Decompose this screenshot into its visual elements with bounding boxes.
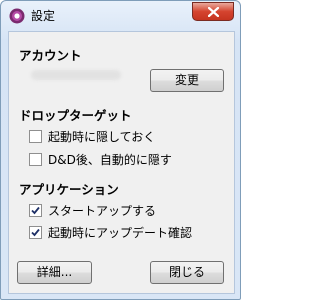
change-account-button[interactable]: 変更 <box>150 69 224 92</box>
close-window-button[interactable] <box>192 2 234 21</box>
app-logo-icon[interactable] <box>9 8 25 24</box>
account-heading: アカウント <box>19 48 82 63</box>
auto-hide-after-dnd-label[interactable]: D&D後、自動的に隠す <box>48 151 172 168</box>
hide-on-startup-label[interactable]: 起動時に隠しておく <box>48 128 155 145</box>
account-name-redacted <box>31 70 121 80</box>
details-button[interactable]: 詳細... <box>17 261 92 284</box>
hide-on-startup-option[interactable]: 起動時に隠しておく <box>29 128 155 144</box>
startup-checkbox[interactable] <box>29 203 42 217</box>
application-heading: アプリケーション <box>19 182 119 197</box>
window-title: 設定 <box>31 9 56 23</box>
check-icon <box>31 228 40 236</box>
title-bar[interactable]: 設定 <box>1 1 240 31</box>
check-update-option[interactable]: 起動時にアップデート確認 <box>29 224 192 240</box>
check-update-label[interactable]: 起動時にアップデート確認 <box>48 224 192 241</box>
close-icon <box>208 7 219 17</box>
startup-option[interactable]: スタートアップする <box>29 202 156 218</box>
drop-target-heading: ドロップターゲット <box>19 108 132 123</box>
auto-hide-after-dnd-checkbox[interactable] <box>29 152 42 166</box>
startup-label[interactable]: スタートアップする <box>48 202 156 219</box>
close-button[interactable]: 閉じる <box>150 261 224 284</box>
auto-hide-after-dnd-option[interactable]: D&D後、自動的に隠す <box>29 151 172 167</box>
check-icon <box>31 206 40 214</box>
hide-on-startup-checkbox[interactable] <box>29 129 42 143</box>
check-update-checkbox[interactable] <box>29 225 42 239</box>
settings-panel: アカウント 変更 ドロップターゲット 起動時に隠しておく D&D後、自動的に隠す… <box>8 31 235 294</box>
settings-window: 設定 アカウント 変更 ドロップターゲット 起動時に隠しておく D&D後、自動的… <box>0 0 241 300</box>
